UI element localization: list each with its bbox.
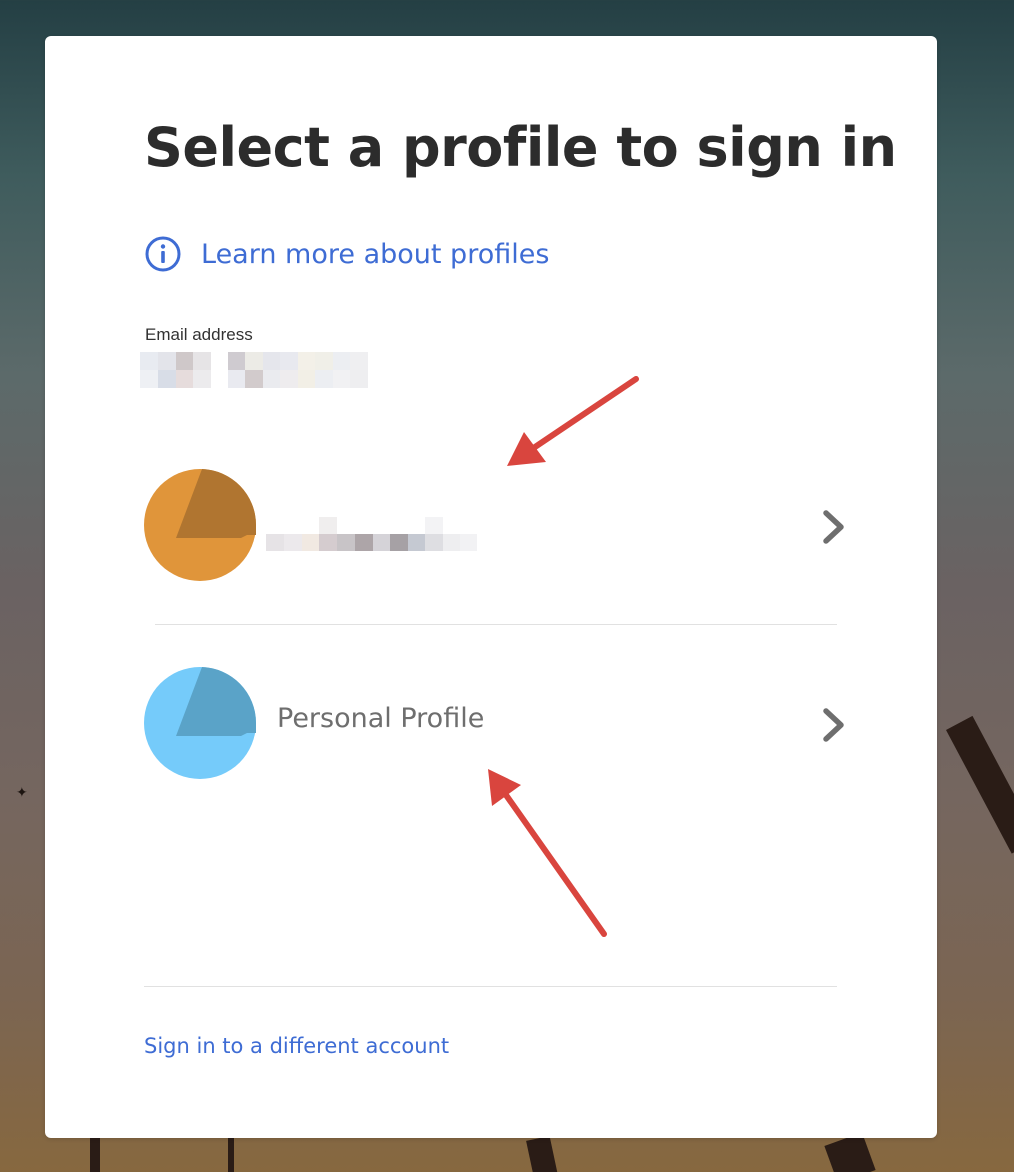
email-address-label: Email address [145,325,253,344]
background-palm-trunk [228,1138,234,1172]
profile-name-redacted [266,517,478,551]
bird-silhouette: ✦ [16,784,28,800]
chevron-right-icon [823,708,844,742]
footer-divider [144,986,837,987]
profile-selection-card: Select a profile to sign in Learn more a… [45,36,937,1138]
learn-more-label: Learn more about profiles [201,238,550,270]
profile-avatar-icon [144,469,256,581]
profile-item-organization[interactable] [144,469,849,583]
chevron-right-icon [823,510,844,544]
info-circle-icon [145,236,181,272]
email-address-value-redacted [228,352,369,388]
profile-name: Personal Profile [277,703,485,734]
profile-avatar-icon [144,667,256,779]
learn-more-profiles-link[interactable]: Learn more about profiles [145,236,549,272]
page-title: Select a profile to sign in [144,116,897,179]
background-palm-trunk [946,715,1014,854]
background-palm-trunk [526,1135,558,1172]
email-address-value-redacted [140,352,211,388]
profile-item-personal[interactable]: Personal Profile [144,667,849,781]
background-palm-trunk [90,1138,100,1172]
profile-divider [155,624,837,625]
sign-in-different-account-link[interactable]: Sign in to a different account [144,1034,449,1058]
background-palm-trunk [824,1132,876,1172]
